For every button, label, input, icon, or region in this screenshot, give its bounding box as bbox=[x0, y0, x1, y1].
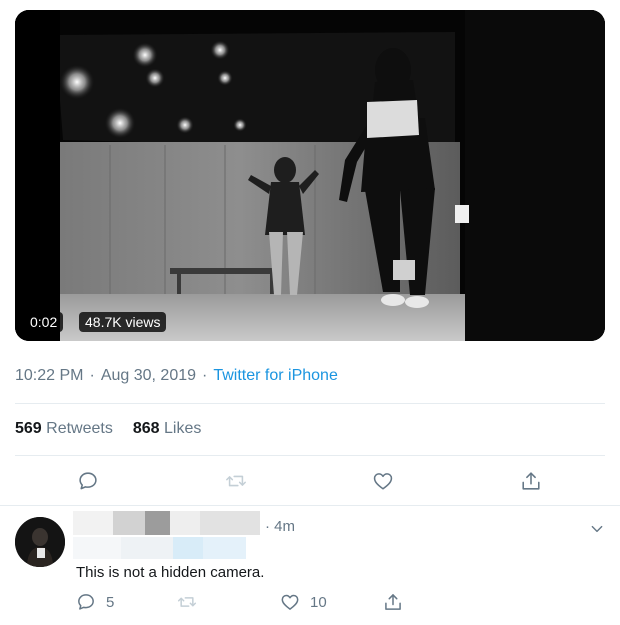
speech-bubble-icon bbox=[79, 472, 97, 490]
video-frame bbox=[15, 10, 605, 341]
reply-share-button[interactable] bbox=[383, 591, 403, 613]
likes-label: Likes bbox=[164, 420, 202, 437]
divider bbox=[15, 403, 605, 404]
video-views-badge: 48.7K views bbox=[79, 312, 167, 332]
retweets-stat[interactable]: 569 Retweets bbox=[15, 420, 113, 437]
retweets-label: Retweets bbox=[46, 420, 113, 437]
avatar[interactable] bbox=[15, 517, 65, 567]
reply-retweet-button[interactable] bbox=[176, 591, 198, 613]
reply-time-separator: · bbox=[265, 518, 270, 535]
tweet-source-link[interactable]: Twitter for iPhone bbox=[213, 367, 338, 384]
reply-menu-button[interactable] bbox=[590, 522, 604, 541]
share-button[interactable] bbox=[518, 468, 544, 494]
avatar-image bbox=[15, 517, 65, 567]
video-duration-badge: 0:02 bbox=[24, 312, 64, 332]
retweet-arrows-icon bbox=[177, 597, 197, 607]
reply-like-count: 10 bbox=[310, 593, 327, 611]
retweet-arrows-icon bbox=[226, 475, 246, 487]
tweet-date[interactable]: Aug 30, 2019 bbox=[101, 367, 196, 384]
divider bbox=[15, 455, 605, 456]
share-upload-icon bbox=[385, 594, 401, 610]
likes-stat[interactable]: 868 Likes bbox=[133, 420, 202, 437]
retweets-count: 569 bbox=[15, 420, 42, 437]
chevron-down-icon bbox=[591, 525, 603, 533]
share-upload-icon bbox=[522, 472, 540, 490]
likes-count: 868 bbox=[132, 420, 160, 437]
tweet-detail: 0:02 48.7K views 10:22 PM · Aug 30, 2019 · T… bbox=[0, 0, 620, 505]
reply-text: This is not a hidden camera. bbox=[76, 564, 265, 581]
reply-reply-count: 5 bbox=[106, 593, 115, 611]
speech-bubble-icon bbox=[78, 594, 94, 610]
video-player[interactable]: 0:02 48.7K views bbox=[15, 10, 605, 341]
like-button[interactable] bbox=[370, 468, 396, 494]
reply-like-button[interactable]: 10 bbox=[280, 591, 327, 613]
tweet-time[interactable]: 10:22 PM bbox=[15, 367, 83, 384]
heart-icon bbox=[281, 594, 299, 610]
tweet-timestamp-line: 10:22 PM · Aug 30, 2019 · Twitter for iPhone bbox=[15, 367, 338, 385]
reply-time: 4m bbox=[274, 518, 296, 535]
heart-icon bbox=[373, 473, 393, 490]
reply-tweet[interactable]: · 4m This is not a hidden camera. 5 10 bbox=[0, 506, 620, 625]
retweet-button[interactable] bbox=[223, 468, 249, 494]
reply-timestamp[interactable]: · 4m bbox=[265, 518, 295, 535]
reply-button[interactable] bbox=[75, 468, 101, 494]
meta-separator: · bbox=[202, 367, 208, 384]
tweet-stats: 569 Retweets 868 Likes bbox=[15, 420, 201, 438]
reply-reply-button[interactable]: 5 bbox=[76, 591, 114, 613]
meta-separator: · bbox=[89, 367, 95, 384]
